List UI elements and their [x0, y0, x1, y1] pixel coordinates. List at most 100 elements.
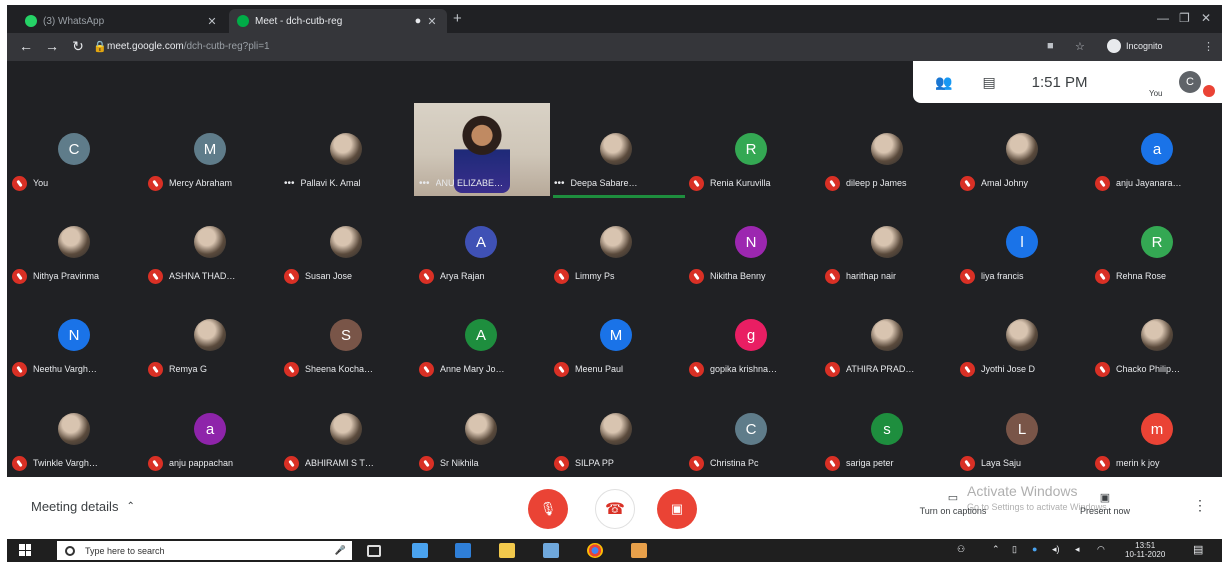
participant-tile[interactable]: ••• Pallavi K. Amal — [279, 103, 414, 196]
camera-toggle-button[interactable]: ▣ — [657, 489, 697, 529]
address-bar[interactable]: meet.google.com/dch-cutb-reg?pli=1 — [107, 41, 270, 52]
participant-tile[interactable]: A Anne Mary Jo… — [414, 289, 549, 382]
store-icon[interactable] — [455, 543, 471, 558]
participant-tile[interactable]: ASHNA THAD… — [143, 196, 278, 289]
participant-avatar — [871, 226, 903, 258]
present-now-button[interactable]: ▣ Present now — [1065, 491, 1145, 516]
close-window-button[interactable]: ✕ — [1201, 11, 1211, 25]
participant-name: liya francis — [981, 271, 1024, 281]
wifi-icon[interactable]: ◠ — [1097, 544, 1105, 555]
mic-muted-icon — [1095, 175, 1110, 191]
microphone-icon[interactable]: 🎤 — [335, 545, 346, 556]
task-view-icon[interactable] — [367, 545, 381, 557]
participant-tile[interactable]: C You — [7, 103, 142, 196]
participant-tile[interactable]: ATHIRA PRAD… — [820, 289, 955, 382]
participant-tile[interactable]: R Renia Kuruvilla — [684, 103, 819, 196]
maximize-button[interactable]: ❐ — [1179, 11, 1190, 25]
mic-muted-icon — [148, 455, 163, 471]
browser-menu-icon[interactable]: ⋮ — [1203, 40, 1214, 53]
participant-tile[interactable]: Remya G — [143, 289, 278, 382]
participant-nameplate: Nikitha Benny — [689, 268, 817, 284]
participant-tile[interactable]: ••• Deepa Sabare… — [549, 103, 684, 196]
taskbar-clock[interactable]: 13:51 10-11-2020 — [1125, 541, 1165, 559]
minimize-button[interactable]: — — [1157, 11, 1169, 25]
file-explorer-icon[interactable] — [499, 543, 515, 558]
participant-tile[interactable]: Susan Jose — [279, 196, 414, 289]
participant-tile[interactable]: R Rehna Rose — [1090, 196, 1222, 289]
star-icon[interactable]: ☆ — [1075, 40, 1085, 53]
windows-start-icon[interactable] — [19, 544, 31, 556]
leave-call-button[interactable]: ☎ — [595, 489, 635, 529]
participant-tile[interactable]: ••• ANU ELIZABE… — [414, 103, 550, 196]
participant-tile[interactable]: A Arya Rajan — [414, 196, 549, 289]
microphone-toggle-button[interactable]: 🎙 — [528, 489, 568, 529]
meeting-details-button[interactable]: Meeting details ⌃ — [31, 499, 135, 514]
participant-tile[interactable]: M Meenu Paul — [549, 289, 684, 382]
forward-icon[interactable]: → — [43, 38, 61, 54]
participant-tile[interactable]: Chacko Philip… — [1090, 289, 1222, 382]
participant-tile[interactable]: dileep p James — [820, 103, 955, 196]
close-tab-icon[interactable]: ✕ — [425, 15, 439, 28]
self-avatar[interactable]: C — [1179, 71, 1201, 93]
close-tab-icon[interactable]: ✕ — [205, 15, 219, 28]
mic-muted-icon — [1095, 455, 1110, 471]
participant-tile[interactable]: Nithya Pravinma — [7, 196, 142, 289]
present-icon: ▣ — [1099, 492, 1111, 504]
network-icon[interactable]: ● — [1032, 544, 1037, 554]
camera-icon[interactable]: ■ — [1047, 40, 1054, 52]
volume-icon[interactable]: ◂) — [1052, 544, 1060, 555]
reload-icon[interactable]: ↻ — [69, 38, 87, 55]
chat-icon[interactable]: ▤ — [982, 74, 995, 91]
participant-tile[interactable]: Amal Johny — [955, 103, 1090, 196]
participant-tile[interactable]: C Christina Pc — [684, 383, 819, 476]
participant-nameplate: Renia Kuruvilla — [689, 175, 817, 191]
participant-avatar — [871, 319, 903, 351]
lock-icon[interactable]: 🔒 — [93, 40, 107, 53]
participant-tile[interactable]: a anju pappachan — [143, 383, 278, 476]
participant-tile[interactable]: Twinkle Vargh… — [7, 383, 142, 476]
people-tray-icon[interactable]: ⚇ — [957, 544, 965, 555]
tab-whatsapp[interactable]: (3) WhatsApp ✕ — [17, 9, 227, 33]
notification-icon[interactable]: ◂ — [1075, 544, 1080, 555]
mic-muted-icon — [825, 268, 840, 284]
app-icon[interactable] — [412, 543, 428, 558]
participant-avatar — [330, 413, 362, 445]
participant-tile[interactable]: M Mercy Abraham — [143, 103, 278, 196]
participant-tile[interactable]: Jyothi Jose D — [955, 289, 1090, 382]
more-options-icon[interactable]: ⋮ — [1193, 497, 1207, 514]
participant-tile[interactable]: harithap nair — [820, 196, 955, 289]
new-tab-button[interactable]: + — [453, 10, 462, 27]
participant-tile[interactable]: SILPA PP — [549, 383, 684, 476]
participant-tile[interactable]: Sr Nikhila — [414, 383, 549, 476]
participant-tile[interactable]: l liya francis — [955, 196, 1090, 289]
participant-avatar: C — [735, 413, 767, 445]
people-icon[interactable]: 👥 — [935, 74, 952, 91]
mic-muted-icon — [825, 455, 840, 471]
participant-tile[interactable]: ABHIRAMI S T… — [279, 383, 414, 476]
mic-muted-icon — [960, 268, 975, 284]
participant-tile[interactable]: L Laya Saju — [955, 383, 1090, 476]
participant-tile[interactable]: a anju Jayanara… — [1090, 103, 1222, 196]
incognito-profile[interactable]: Incognito — [1107, 39, 1163, 53]
participant-tile[interactable]: N Nikitha Benny — [684, 196, 819, 289]
captions-button[interactable]: ▭ Turn on captions — [913, 491, 993, 516]
participant-name: Mercy Abraham — [169, 178, 233, 188]
taskbar-search[interactable]: Type here to search 🎤 — [57, 541, 352, 560]
chevron-up-icon[interactable]: ⌃ — [992, 544, 1000, 555]
participant-nameplate: ABHIRAMI S T… — [284, 455, 412, 471]
url-host: meet.google.com — [107, 41, 184, 52]
participant-avatar — [330, 133, 362, 165]
tab-meet[interactable]: Meet - dch-cutb-reg ● ✕ — [229, 9, 447, 33]
participant-tile[interactable]: s sariga peter — [820, 383, 955, 476]
action-center-icon[interactable]: ▤ — [1193, 543, 1203, 556]
participant-tile[interactable]: Limmy Ps — [549, 196, 684, 289]
participant-tile[interactable]: N Neethu Vargh… — [7, 289, 142, 382]
participant-tile[interactable]: S Sheena Kocha… — [279, 289, 414, 382]
participant-tile[interactable]: m merin k joy — [1090, 383, 1222, 476]
app-icon[interactable] — [631, 543, 647, 558]
participant-tile[interactable]: g gopika krishna… — [684, 289, 819, 382]
battery-icon[interactable]: ▯ — [1012, 544, 1017, 555]
app-icon[interactable] — [543, 543, 559, 558]
chrome-icon[interactable] — [587, 543, 603, 558]
back-icon[interactable]: ← — [17, 38, 35, 54]
